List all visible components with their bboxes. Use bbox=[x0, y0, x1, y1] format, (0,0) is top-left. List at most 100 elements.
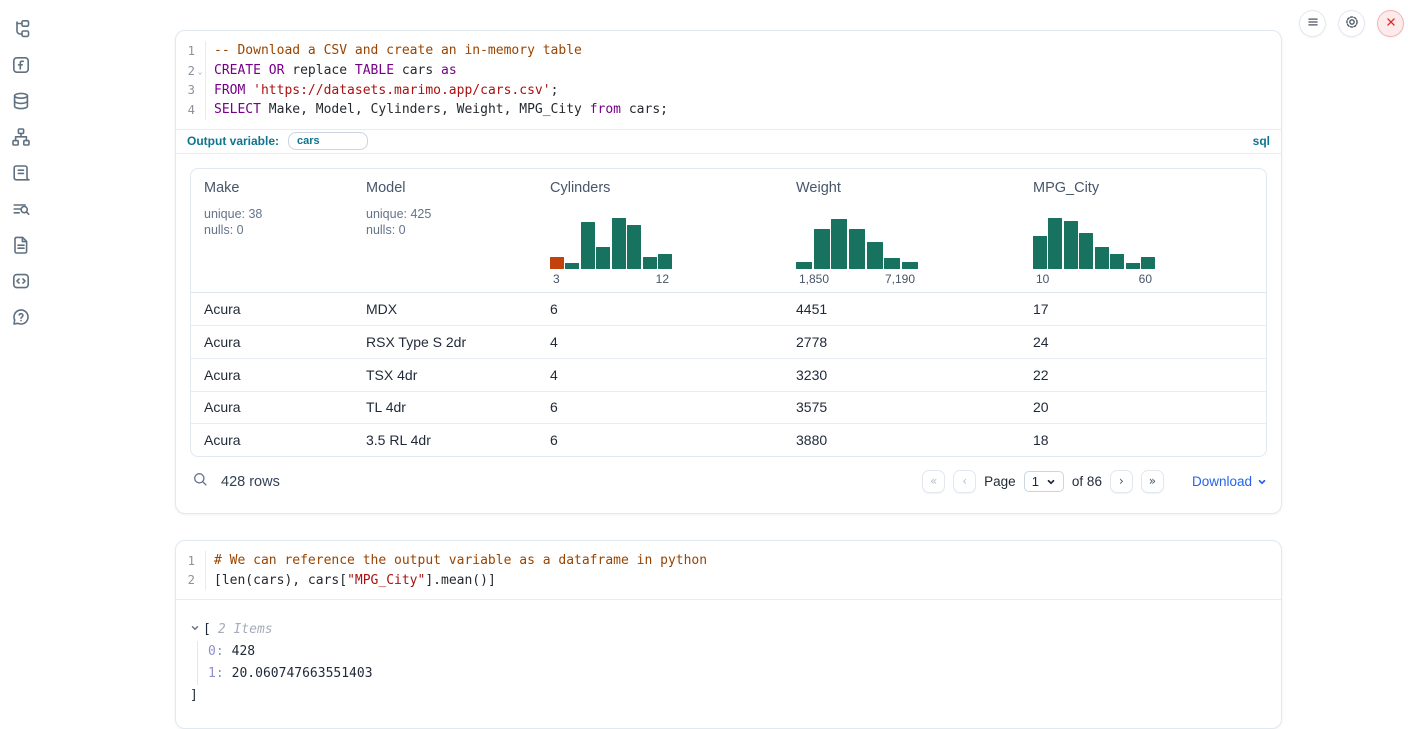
code-token: FROM bbox=[214, 83, 245, 98]
histogram-bar[interactable] bbox=[1033, 236, 1047, 269]
histogram-bar[interactable] bbox=[643, 257, 657, 269]
output-variable-input[interactable] bbox=[288, 132, 368, 150]
first-page-button[interactable]: « bbox=[922, 470, 945, 493]
code-token: OR bbox=[269, 63, 285, 78]
column-stat: unique: 38 bbox=[204, 206, 353, 223]
table-cell: 3230 bbox=[783, 367, 1020, 383]
column-histogram: 3 12 bbox=[550, 216, 672, 286]
column-header[interactable]: MPG_City1060 bbox=[1020, 169, 1266, 292]
code-square-icon bbox=[11, 271, 31, 294]
tree-entry-index: 0: bbox=[208, 644, 224, 659]
python-code-editor[interactable]: 1# We can reference the output variable … bbox=[176, 541, 1281, 599]
sidebar-item-snippets[interactable] bbox=[0, 264, 44, 300]
table-row[interactable]: AcuraRSX Type S 2dr4277824 bbox=[191, 325, 1266, 358]
histogram-bar[interactable] bbox=[565, 263, 579, 269]
table-cell: Acura bbox=[191, 334, 353, 350]
output-variable-bar: Output variable: sql bbox=[176, 129, 1281, 154]
table-row[interactable]: AcuraMDX6445117 bbox=[191, 293, 1266, 326]
axis-label: 60 bbox=[1139, 272, 1152, 286]
table-cell: 24 bbox=[1020, 334, 1266, 350]
code-token: cars bbox=[394, 63, 441, 78]
histogram-bar[interactable] bbox=[1079, 233, 1093, 269]
histogram-bar[interactable] bbox=[867, 242, 883, 269]
code-line: 4SELECT Make, Model, Cylinders, Weight, … bbox=[176, 100, 1281, 120]
sidebar-item-variables[interactable] bbox=[0, 48, 44, 84]
histogram-bar[interactable] bbox=[1048, 218, 1062, 269]
line-number: 2 bbox=[176, 573, 195, 587]
column-header[interactable]: Weight1,8507,190 bbox=[783, 169, 1020, 292]
code-token: as bbox=[441, 63, 457, 78]
line-number: 3 bbox=[176, 83, 195, 97]
histogram-bar[interactable] bbox=[1095, 247, 1109, 269]
tree-entry: 0:428 bbox=[208, 641, 1267, 663]
table-header: Makeunique: 38nulls: 0Modelunique: 425nu… bbox=[191, 169, 1266, 293]
histogram-bar[interactable] bbox=[1141, 257, 1155, 269]
histogram-bar[interactable] bbox=[814, 229, 830, 269]
shutdown-button[interactable] bbox=[1377, 10, 1404, 37]
sql-code-editor[interactable]: 1-- Download a CSV and create an in-memo… bbox=[176, 31, 1281, 129]
sidebar-item-scratchpad-search[interactable] bbox=[0, 192, 44, 228]
histogram-bar[interactable] bbox=[796, 262, 812, 269]
database-icon bbox=[11, 91, 31, 114]
code-token: ; bbox=[551, 83, 559, 98]
histogram-bar[interactable] bbox=[884, 258, 900, 269]
collapse-chevron-icon[interactable] bbox=[190, 622, 200, 637]
histogram-bar[interactable] bbox=[831, 219, 847, 269]
sidebar-item-datasources[interactable] bbox=[0, 84, 44, 120]
function-square-icon bbox=[11, 55, 31, 78]
last-page-button[interactable]: » bbox=[1141, 470, 1164, 493]
search-icon[interactable] bbox=[192, 471, 209, 493]
histogram-bar[interactable] bbox=[612, 218, 626, 269]
next-page-button[interactable]: › bbox=[1110, 470, 1133, 493]
histogram-bar[interactable] bbox=[658, 254, 672, 269]
column-header[interactable]: Modelunique: 425nulls: 0 bbox=[353, 169, 537, 292]
line-number: 2 bbox=[176, 64, 195, 78]
histogram-bar[interactable] bbox=[849, 229, 865, 269]
axis-label: 12 bbox=[656, 272, 669, 286]
line-number: 1 bbox=[176, 44, 195, 58]
help-circle-icon bbox=[11, 307, 31, 330]
download-button[interactable]: Download bbox=[1192, 474, 1267, 489]
code-token: cars; bbox=[621, 102, 668, 117]
tree-close-bracket: ] bbox=[190, 686, 1267, 706]
sidebar-item-help[interactable] bbox=[0, 300, 44, 336]
axis-label: 3 bbox=[553, 272, 560, 286]
table-cell: 6 bbox=[537, 399, 783, 415]
histogram-bar[interactable] bbox=[581, 222, 595, 269]
prev-page-button[interactable]: ‹ bbox=[953, 470, 976, 493]
tree-header: [ 2 Items bbox=[190, 619, 1267, 639]
page-select[interactable]: 1 bbox=[1024, 471, 1064, 492]
histogram-bar[interactable] bbox=[1110, 254, 1124, 269]
histogram-axis-labels: 3 12 bbox=[550, 272, 672, 286]
tree-items-count: 2 Items bbox=[218, 622, 273, 637]
histogram-bar[interactable] bbox=[550, 257, 564, 269]
table-row[interactable]: Acura3.5 RL 4dr6388018 bbox=[191, 423, 1266, 456]
code-line: 2[len(cars), cars["MPG_City"].mean()] bbox=[176, 570, 1281, 590]
sidebar-item-documentation[interactable] bbox=[0, 228, 44, 264]
code-text: FROM 'https://datasets.marimo.app/cars.c… bbox=[205, 80, 1281, 100]
menu-button[interactable] bbox=[1299, 10, 1326, 37]
gear-icon bbox=[1343, 13, 1361, 34]
sidebar-item-dependency-graph[interactable] bbox=[0, 120, 44, 156]
table-row[interactable]: AcuraTSX 4dr4323022 bbox=[191, 358, 1266, 391]
table-cell: 22 bbox=[1020, 367, 1266, 383]
histogram-bar[interactable] bbox=[627, 225, 641, 269]
histogram-bar[interactable] bbox=[1064, 221, 1078, 269]
column-header[interactable]: Makeunique: 38nulls: 0 bbox=[191, 169, 353, 292]
helper-sidebar bbox=[0, 12, 44, 336]
histogram-bar[interactable] bbox=[1126, 263, 1140, 269]
chevron-down-icon bbox=[1046, 477, 1056, 487]
sidebar-item-file-explorer[interactable] bbox=[0, 12, 44, 48]
histogram-bar[interactable] bbox=[902, 262, 918, 269]
fold-chevron-icon bbox=[195, 49, 205, 52]
histogram-bar[interactable] bbox=[596, 247, 610, 269]
column-header[interactable]: Cylinders312 bbox=[537, 169, 783, 292]
fold-chevron-icon[interactable]: ⌄ bbox=[195, 65, 205, 76]
table-row[interactable]: AcuraTL 4dr6357520 bbox=[191, 391, 1266, 424]
sidebar-item-logs[interactable] bbox=[0, 156, 44, 192]
table-cell: 2778 bbox=[783, 334, 1020, 350]
language-badge: sql bbox=[1253, 134, 1270, 148]
settings-button[interactable] bbox=[1338, 10, 1365, 37]
notebook: 1-- Download a CSV and create an in-memo… bbox=[175, 30, 1282, 729]
column-name: MPG_City bbox=[1033, 180, 1266, 196]
